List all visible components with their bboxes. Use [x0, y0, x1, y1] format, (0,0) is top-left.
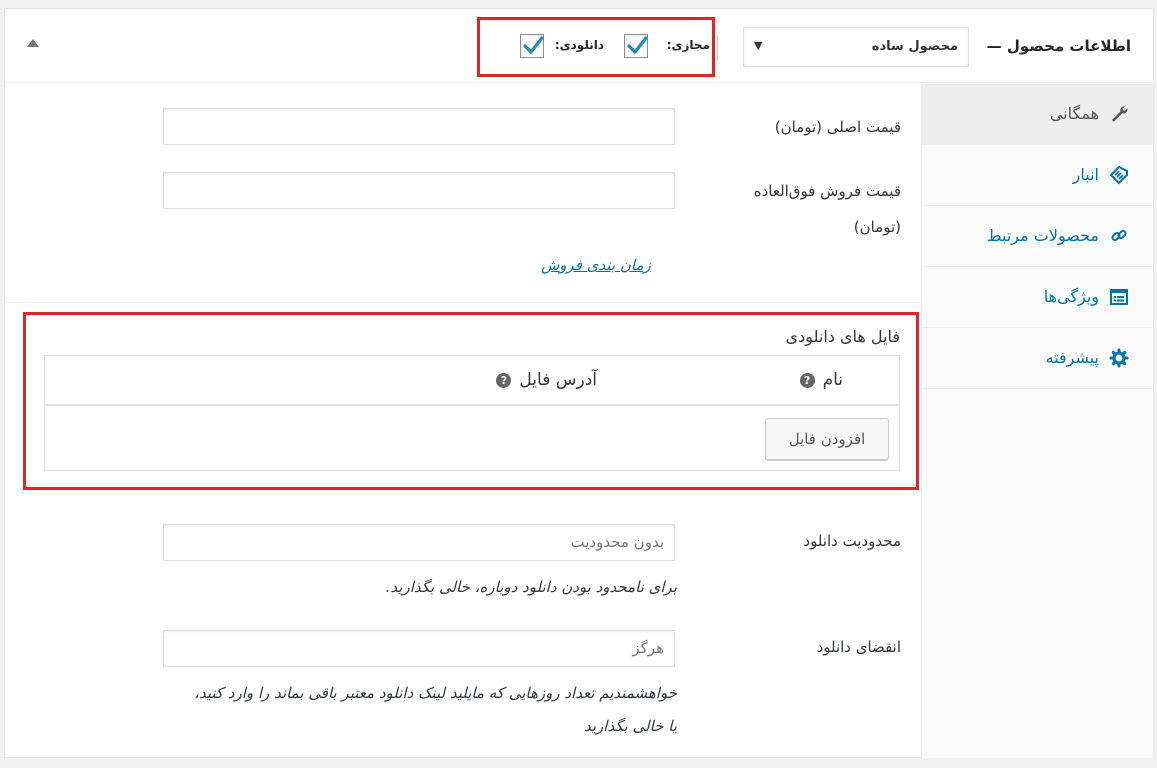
- sale-price-label-currency: (تومان): [853, 218, 901, 236]
- downloadable-files-title: فایل های دانلودی: [785, 327, 900, 346]
- sale-price-label: قیمت فروش فوق‌العاده: [753, 182, 901, 200]
- download-expiry-description-2: یا خالی بگذارید: [584, 717, 677, 735]
- table-header: ? نام ? آدرس فایل: [45, 356, 899, 406]
- tab-attributes-label: ویژگی‌ها: [1043, 287, 1099, 306]
- tab-attributes[interactable]: ویژگی‌ها: [922, 267, 1153, 328]
- download-expiry-label: انقضای دانلود: [816, 638, 901, 656]
- list-icon: [1110, 289, 1128, 305]
- product-options-highlight: مجازی: دانلودی:: [477, 17, 715, 77]
- add-file-button[interactable]: افزودن فایل: [765, 418, 889, 460]
- column-file-url: ? آدرس فایل: [496, 370, 597, 390]
- gear-icon: [1109, 348, 1129, 368]
- panel-title: اطلاعات محصول —: [986, 37, 1131, 55]
- downloadable-checkbox[interactable]: [520, 34, 544, 58]
- downloadable-label: دانلودی:: [554, 38, 604, 52]
- regular-price-label: قیمت اصلی (تومان): [774, 118, 901, 136]
- tab-general[interactable]: همگانی: [922, 84, 1153, 145]
- virtual-label: مجازی:: [666, 38, 710, 52]
- download-limit-label: محدودیت دانلود: [803, 532, 901, 550]
- download-expiry-description: خواهشمندیم تعداد روزهایی که مایلید لینک …: [194, 684, 677, 702]
- regular-price-input[interactable]: [163, 108, 675, 145]
- tab-inventory[interactable]: انبار: [922, 145, 1153, 206]
- download-limit-description: برای نامحدود بودن دانلود دوباره، خالی بگ…: [385, 578, 677, 596]
- sale-price-input[interactable]: [163, 172, 675, 209]
- header-divider: [717, 35, 718, 61]
- tab-linked-products-label: محصولات مرتبط: [986, 226, 1099, 245]
- tab-advanced[interactable]: پیشرفته: [922, 328, 1153, 389]
- column-name: ? نام: [799, 370, 843, 390]
- table-footer: افزودن فایل: [45, 408, 899, 470]
- download-limit-input[interactable]: بدون محدودیت: [163, 524, 675, 561]
- link-icon: [1111, 229, 1127, 242]
- section-divider: [5, 302, 921, 303]
- tag-icon: [1109, 165, 1128, 185]
- product-type-select[interactable]: محصول ساده ▼: [743, 27, 969, 67]
- tab-general-label: همگانی: [1049, 104, 1099, 123]
- virtual-checkbox[interactable]: [624, 34, 648, 58]
- product-data-panel: اطلاعات محصول — محصول ساده ▼ مجازی: دانل…: [4, 8, 1154, 758]
- download-expiry-placeholder: هرگز: [632, 639, 664, 657]
- virtual-option: مجازی:: [620, 34, 710, 60]
- tab-linked-products[interactable]: محصولات مرتبط: [922, 206, 1153, 267]
- product-type-value: محصول ساده: [871, 39, 958, 54]
- collapse-toggle-icon[interactable]: [27, 39, 39, 47]
- wrench-icon: [1112, 106, 1128, 122]
- panel-header: اطلاعات محصول — محصول ساده ▼ مجازی: دانل…: [5, 9, 1153, 83]
- general-options-panel: قیمت اصلی (تومان) قیمت فروش فوق‌العاده (…: [5, 84, 921, 758]
- download-limit-placeholder: بدون محدودیت: [570, 533, 665, 551]
- downloadable-option: دانلودی:: [510, 34, 610, 60]
- help-icon[interactable]: ?: [496, 373, 512, 388]
- help-icon[interactable]: ?: [799, 373, 815, 388]
- checkmark-icon: [627, 36, 648, 54]
- tab-advanced-label: پیشرفته: [1045, 348, 1099, 367]
- downloadable-files-section: فایل های دانلودی ? نام ? آدرس فایل افزودن …: [23, 312, 919, 490]
- schedule-sale-link[interactable]: زمان بندی فروش: [541, 256, 651, 274]
- download-expiry-input[interactable]: هرگز: [163, 630, 675, 667]
- checkmark-icon: [523, 36, 544, 54]
- product-data-tabs: همگانی انبار محصولات مرتبط ویژگی‌ها: [921, 84, 1153, 758]
- chevron-down-icon: ▼: [754, 39, 763, 52]
- downloadable-files-table: ? نام ? آدرس فایل افزودن فایل: [44, 355, 900, 471]
- tab-inventory-label: انبار: [1072, 165, 1099, 184]
